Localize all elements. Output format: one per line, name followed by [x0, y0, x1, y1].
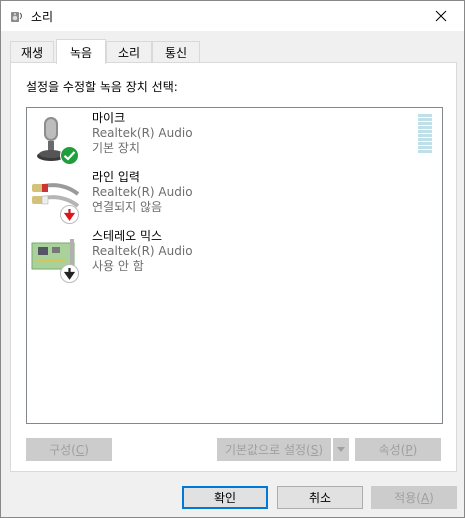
device-name: 마이크	[92, 111, 126, 125]
tab-playback[interactable]: 재생	[10, 41, 54, 63]
configure-button[interactable]: 구성(C)	[26, 438, 112, 461]
device-info: 마이크 Realtek(R) Audio 기본 장치	[92, 111, 193, 156]
set-default-label: 기본값으로 설정	[224, 443, 307, 457]
apply-label: 적용	[394, 491, 417, 505]
device-list[interactable]: 마이크 Realtek(R) Audio 기본 장치 라인 입력 Realtek…	[26, 107, 443, 424]
chevron-down-icon	[337, 447, 345, 452]
cancel-button[interactable]: 취소	[277, 486, 363, 509]
set-default-dropdown[interactable]	[333, 438, 349, 461]
level-bar	[418, 130, 432, 133]
device-status: 기본 장치	[92, 141, 140, 155]
close-icon	[435, 10, 447, 22]
apply-button[interactable]: 적용(A)	[371, 486, 457, 509]
device-status: 사용 안 함	[92, 259, 144, 273]
device-name: 라인 입력	[92, 170, 140, 184]
device-driver: Realtek(R) Audio	[92, 126, 193, 140]
set-default-access-key: S	[310, 442, 319, 457]
sound-dialog: 소리 재생 녹음 소리 통신 설정을 수정할 녹음 장치 선택: 마이크 Rea…	[0, 0, 465, 518]
default-check-badge	[60, 146, 79, 165]
window-title: 소리	[31, 10, 54, 24]
device-stereo-mix[interactable]: 스테레오 믹스 Realtek(R) Audio 사용 안 함	[27, 228, 442, 284]
device-info: 라인 입력 Realtek(R) Audio 연결되지 않음	[92, 170, 193, 215]
title-bar: 소리	[1, 1, 464, 31]
level-bar	[418, 134, 432, 137]
device-name: 스테레오 믹스	[92, 229, 163, 243]
tab-sounds[interactable]: 소리	[106, 41, 152, 63]
device-driver: Realtek(R) Audio	[92, 244, 193, 258]
instruction-text: 설정을 수정할 녹음 장치 선택:	[26, 80, 178, 94]
tab-recording[interactable]: 녹음	[56, 39, 106, 64]
set-default-button[interactable]: 기본값으로 설정(S)	[217, 438, 331, 461]
configure-access-key: C	[75, 442, 85, 457]
level-bar	[418, 122, 432, 125]
properties-label: 속성	[378, 443, 401, 457]
properties-button[interactable]: 속성(P)	[355, 438, 441, 461]
level-bar	[418, 114, 432, 117]
properties-access-key: P	[405, 442, 413, 457]
device-info: 스테레오 믹스 Realtek(R) Audio 사용 안 함	[92, 229, 193, 274]
level-bar	[418, 150, 432, 153]
level-bar	[418, 142, 432, 145]
close-button[interactable]	[418, 1, 464, 31]
level-bar	[418, 126, 432, 129]
level-bar	[418, 138, 432, 141]
ok-button[interactable]: 확인	[182, 486, 268, 509]
level-bar	[418, 146, 432, 149]
apply-access-key: A	[420, 490, 430, 505]
tab-communications[interactable]: 통신	[152, 41, 200, 63]
level-meter	[418, 114, 432, 154]
not-plugged-in-badge	[60, 205, 79, 224]
device-status: 연결되지 않음	[92, 200, 163, 214]
speaker-icon	[11, 12, 22, 22]
level-bar	[418, 118, 432, 121]
configure-label: 구성	[49, 443, 72, 457]
device-microphone[interactable]: 마이크 Realtek(R) Audio 기본 장치	[27, 110, 442, 166]
disabled-badge	[60, 264, 79, 283]
device-driver: Realtek(R) Audio	[92, 185, 193, 199]
recording-panel: 설정을 수정할 녹음 장치 선택: 마이크 Realtek(R) Audio 기…	[10, 62, 457, 472]
device-line-in[interactable]: 라인 입력 Realtek(R) Audio 연결되지 않음	[27, 169, 442, 225]
